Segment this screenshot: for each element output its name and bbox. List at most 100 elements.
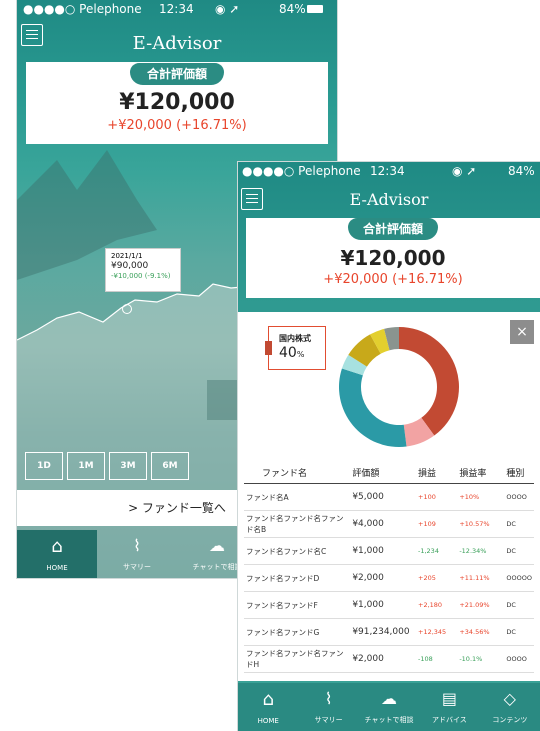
pl-cell: -1,234 — [416, 537, 458, 565]
tab-contents[interactable]: ◇ コンテンツ — [480, 683, 540, 731]
chart-icon: ⌇ — [133, 536, 141, 555]
header-pl: 損益 — [416, 462, 458, 484]
tooltip-change: -¥10,000 (-9.1%) — [111, 272, 171, 280]
rate-cell: +34.56% — [457, 618, 505, 646]
clock-label: 12:34 — [370, 164, 405, 178]
value-cell: ¥1,000 — [350, 537, 416, 565]
location-icon: ◉ ➚ — [215, 2, 240, 16]
range-3m-button[interactable]: 3M — [109, 452, 147, 480]
type-cell: DC — [504, 618, 534, 646]
type-cell: DC — [504, 510, 534, 538]
tab-chat-label: チャットで相談 — [364, 716, 414, 724]
table-header-row: ファンド名 評価額 損益 損益率 種別 — [244, 462, 534, 484]
clipboard-icon: ▤ — [441, 689, 457, 708]
carrier-label: ●●●●○ Pelephone — [23, 2, 142, 16]
total-value: ¥120,000 — [340, 246, 446, 270]
tab-summary[interactable]: ⌇ サマリー — [97, 530, 177, 578]
rate-cell: +21.09% — [457, 591, 505, 619]
clock-label: 12:34 — [159, 2, 194, 16]
summary-card: 合計評価額 ¥120,000 +¥20,000 (+16.71%) — [246, 218, 540, 298]
value-cell: ¥1,000 — [350, 591, 416, 619]
total-gain: +¥20,000 (+16.71%) — [323, 272, 463, 287]
tab-home-label: HOME — [257, 717, 279, 725]
tab-bar: ⌂ HOME ⌇ サマリー ☁ チャットで相談 ▤ アドバイス ◇ コンテンツ — [238, 683, 540, 731]
tab-summary[interactable]: ⌇ サマリー — [298, 683, 358, 731]
table-row[interactable]: ファンド名ファンド名C ¥1,000 -1,234 -12.34% DC — [244, 537, 534, 565]
pl-cell: +205 — [416, 564, 458, 592]
chart-marker[interactable] — [122, 304, 132, 314]
value-cell: ¥91,234,000 — [350, 618, 416, 646]
summary-card: 合計評価額 ¥120,000 +¥20,000 (+16.71%) — [26, 62, 328, 144]
home-icon: ⌂ — [262, 689, 274, 710]
pl-cell: +12,345 — [416, 618, 458, 646]
chart-tooltip: 2021/1/1 ¥90,000 -¥10,000 (-9.1%) — [105, 248, 181, 292]
table-row[interactable]: ファンド名ファンドF ¥1,000 +2,180 +21.09% DC — [244, 591, 534, 619]
chat-icon: ☁ — [209, 536, 225, 555]
pl-cell: -108 — [416, 645, 458, 673]
fund-name-cell: ファンド名ファンド名ファンドH — [244, 645, 351, 673]
tab-home[interactable]: ⌂ HOME — [17, 530, 97, 578]
table-row[interactable]: ファンド名ファンド名ファンド名B ¥4,000 +109 +10.57% DC — [244, 510, 534, 538]
header-rate: 損益率 — [457, 462, 505, 484]
allocation-modal: × 国内株式 40% ファンド名 評価額 損益 損益率 種別 ファンド名A ¥5,… — [238, 312, 540, 681]
app-title: E-Advisor — [349, 190, 429, 209]
tooltip-date: 2021/1/1 — [111, 252, 143, 260]
location-icon: ◉ ➚ — [452, 164, 477, 178]
table-row[interactable]: ファンド名ファンドG ¥91,234,000 +12,345 +34.56% DC — [244, 618, 534, 646]
header-value: 評価額 — [350, 462, 416, 484]
chart-icon: ⌇ — [324, 689, 333, 708]
tab-advice[interactable]: ▤ アドバイス — [419, 683, 479, 731]
summary-label: 合計評価額 — [348, 218, 438, 240]
type-cell: OOOO — [504, 645, 534, 673]
battery-icon — [307, 5, 323, 13]
fund-name-cell: ファンド名ファンド名ファンド名B — [244, 510, 351, 538]
allocation-donut-chart[interactable] — [334, 322, 464, 452]
status-bar: ●●●●○ Pelephone 12:34 ◉ ➚ 84% — [17, 0, 337, 18]
portfolio-screen: ●●●●○ Pelephone 12:34 ◉ ➚ 84% E-Advisor … — [238, 162, 540, 731]
tab-contents-label: コンテンツ — [492, 716, 528, 724]
value-cell: ¥4,000 — [350, 510, 416, 538]
donut-segment[interactable] — [339, 368, 407, 447]
summary-label: 合計評価額 — [130, 63, 224, 85]
value-cell: ¥2,000 — [350, 645, 416, 673]
header-type: 種別 — [504, 462, 534, 484]
tab-home-label: HOME — [46, 564, 68, 572]
pl-cell: +2,180 — [416, 591, 458, 619]
type-cell: OOOO — [504, 483, 534, 511]
table-row[interactable]: ファンド名ファンドD ¥2,000 +205 +11.11% OOOOO — [244, 564, 534, 592]
battery-label: 84% — [279, 2, 306, 16]
type-cell: DC — [504, 537, 534, 565]
tab-summary-label: サマリー — [123, 563, 151, 571]
table-row[interactable]: ファンド名ファンド名ファンドH ¥2,000 -108 -10.1% OOOO — [244, 645, 534, 673]
tab-home[interactable]: ⌂ HOME — [238, 683, 298, 731]
tooltip-value: ¥90,000 — [111, 260, 149, 271]
fund-table: ファンド名 評価額 損益 損益率 種別 ファンド名A ¥5,000 +100 +10%… — [244, 462, 534, 673]
battery-label: 84% — [508, 164, 535, 178]
chat-icon: ☁ — [381, 689, 398, 708]
rate-cell: +10.57% — [457, 510, 505, 538]
app-title: E-Advisor — [132, 33, 222, 54]
table-row[interactable]: ファンド名A ¥5,000 +100 +10% OOOO — [244, 483, 534, 511]
rate-cell: +10% — [457, 483, 505, 511]
range-6m-button[interactable]: 6M — [151, 452, 189, 480]
total-value: ¥120,000 — [119, 90, 235, 115]
rate-cell: -12.34% — [457, 537, 505, 565]
segment-percent: 40% — [279, 345, 305, 361]
status-bar: ●●●●○ Pelephone 12:34 ◉ ➚ 84% — [238, 162, 540, 180]
rate-cell: -10.1% — [457, 645, 505, 673]
type-cell: OOOOO — [504, 564, 534, 592]
fund-rows: ファンド名A ¥5,000 +100 +10% OOOO ファンド名ファンド名ファンド名B… — [244, 483, 534, 673]
fund-name-cell: ファンド名ファンドG — [244, 618, 351, 646]
fund-name-cell: ファンド名A — [244, 483, 351, 511]
range-1m-button[interactable]: 1M — [67, 452, 105, 480]
type-cell: DC — [504, 591, 534, 619]
donut-segment[interactable] — [399, 327, 459, 436]
range-1d-button[interactable]: 1D — [25, 452, 63, 480]
tab-chat[interactable]: ☁ チャットで相談 — [359, 683, 419, 731]
close-button[interactable]: × — [510, 320, 534, 344]
pl-cell: +100 — [416, 483, 458, 511]
tab-advice-label: アドバイス — [432, 716, 467, 724]
pl-cell: +109 — [416, 510, 458, 538]
value-cell: ¥2,000 — [350, 564, 416, 592]
selected-segment-label: 国内株式 40% — [265, 326, 326, 370]
